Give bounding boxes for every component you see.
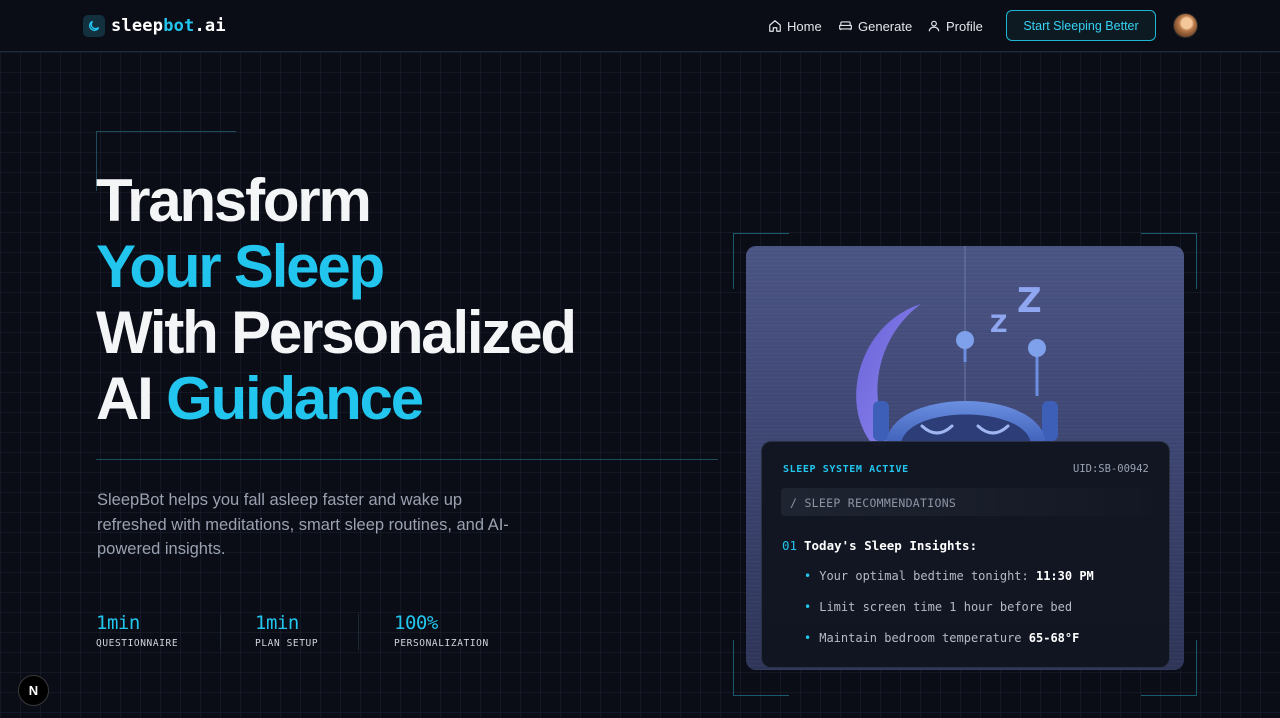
- zzz-large: Z: [1017, 281, 1042, 321]
- headline-line-4: AI Guidance: [96, 366, 575, 432]
- headline-line-2: Your Sleep: [96, 233, 385, 300]
- bullet-dot-icon: •: [804, 569, 812, 583]
- zzz-small: Z: [990, 310, 1007, 338]
- brand-part-ai: .ai: [194, 16, 226, 36]
- stat-label: QUESTIONNAIRE: [96, 638, 179, 649]
- home-icon: [769, 20, 781, 32]
- brand-part-bot: bot: [163, 16, 195, 36]
- bullet-text: Maintain bedroom temperature: [819, 631, 1022, 645]
- nav-profile-label: Profile: [946, 18, 983, 34]
- brand-name: sleepbot.ai: [111, 16, 226, 36]
- nav-generate-label: Generate: [858, 18, 913, 34]
- hero-divider: [96, 459, 718, 460]
- brand-part-sleep: sleep: [111, 16, 164, 36]
- uid-label: UID:SB-00942: [1073, 463, 1149, 475]
- insight-bullet: • Your optimal bedtime tonight: 11:30 PM: [804, 569, 1094, 583]
- insight-number: 01: [782, 538, 798, 553]
- insight-bullet: • Limit screen time 1 hour before bed: [804, 600, 1072, 614]
- user-icon: [928, 20, 940, 32]
- stat-label: PLAN SETUP: [255, 638, 319, 649]
- user-avatar[interactable]: [1173, 13, 1198, 38]
- stat-value: 1min: [255, 612, 299, 634]
- nav-home-label: Home: [787, 18, 822, 34]
- top-navbar: sleepbot.ai Home Generate Profile Start …: [0, 0, 1280, 52]
- stat-label: PERSONALIZATION: [394, 638, 489, 649]
- moon-logo-icon: [83, 15, 105, 37]
- nav-profile[interactable]: Profile: [927, 17, 983, 35]
- stat-separator: [220, 614, 221, 650]
- headline-line-3: With Personalized: [96, 299, 577, 366]
- headline-line-4-ai: AI: [96, 365, 154, 432]
- section-header-label: / SLEEP RECOMMENDATIONS: [790, 496, 957, 510]
- bullet-highlight: 11:30 PM: [1035, 569, 1094, 583]
- nav-home[interactable]: Home: [768, 17, 822, 35]
- bullet-dot-icon: •: [804, 631, 812, 645]
- bullet-dot-icon: •: [804, 600, 812, 614]
- nextjs-dev-badge[interactable]: N: [18, 675, 49, 706]
- stat-questionnaire: 1min QUESTIONNAIRE: [96, 612, 178, 649]
- stat-value: 1min: [96, 612, 140, 634]
- brand-logo[interactable]: sleepbot.ai: [83, 14, 226, 38]
- headline-line-1: Transform: [96, 167, 372, 234]
- headline-line-4-guidance: Guidance: [166, 365, 424, 432]
- stat-value: 100%: [394, 612, 438, 634]
- stat-plan-setup: 1min PLAN SETUP: [255, 612, 318, 649]
- hero-headline: Transform Your Sleep With Personalized A…: [96, 167, 577, 432]
- status-label: SLEEP SYSTEM ACTIVE: [783, 464, 909, 475]
- bullet-highlight: 65-68°F: [1028, 631, 1080, 645]
- sofa-icon: [839, 21, 852, 31]
- bullet-text: Your optimal bedtime tonight:: [819, 569, 1029, 583]
- start-sleeping-better-button[interactable]: Start Sleeping Better: [1006, 10, 1156, 41]
- nextjs-logo-icon: N: [28, 683, 39, 698]
- stat-personalization: 100% PERSONALIZATION: [394, 612, 489, 649]
- bullet-text: Limit screen time 1 hour before bed: [819, 600, 1073, 614]
- insight-bullet: • Maintain bedroom temperature 65-68°F: [804, 631, 1079, 645]
- nav-generate[interactable]: Generate: [838, 17, 912, 35]
- insight-title: Today's Sleep Insights:: [804, 538, 978, 553]
- hero-description: SleepBot helps you fall asleep faster an…: [97, 491, 509, 558]
- stat-separator: [358, 614, 359, 650]
